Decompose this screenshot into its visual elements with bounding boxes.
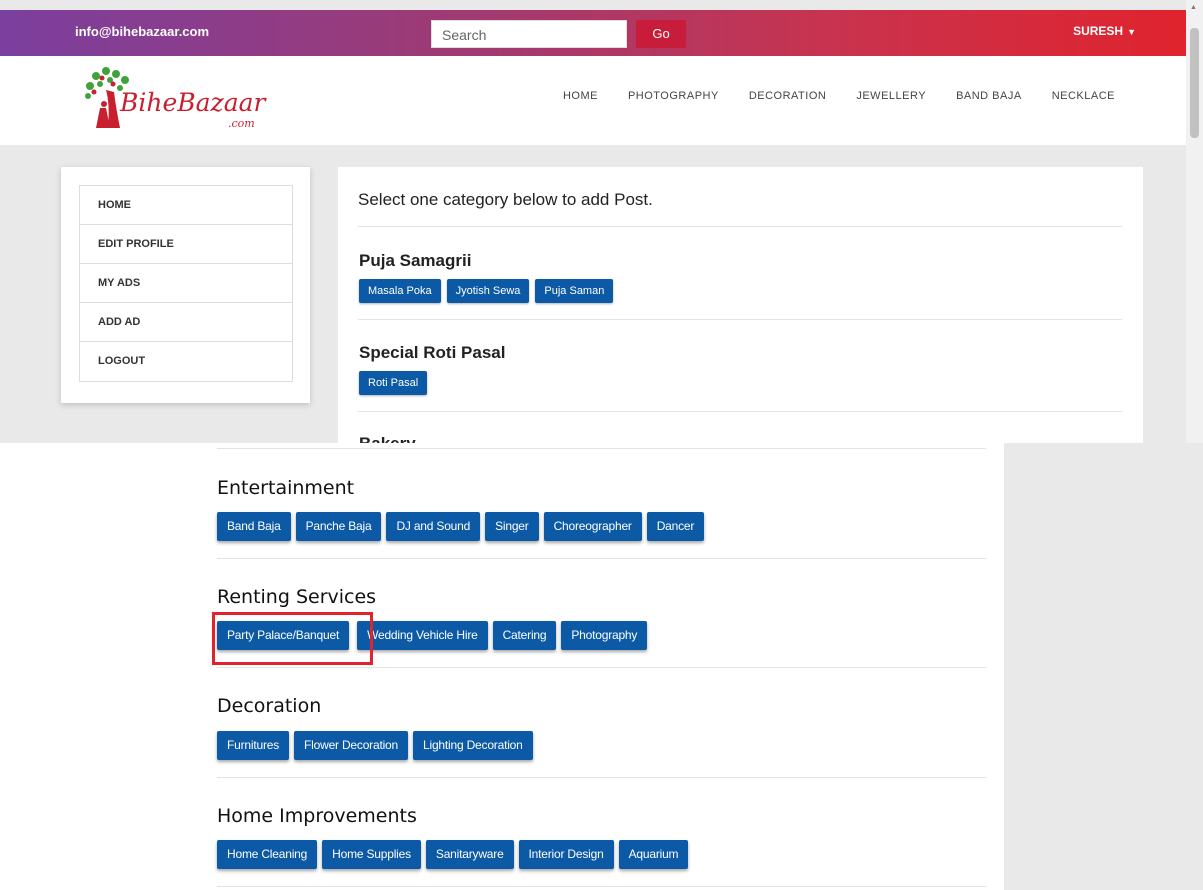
category-buttons: Masala Poka Jyotish Sewa Puja Saman — [359, 279, 614, 303]
category-title: Decoration — [217, 695, 322, 717]
nav-item-decoration[interactable]: DECORATION — [749, 90, 827, 102]
sidebar-menu: HOME EDIT PROFILE MY ADS ADD AD LOGOUT — [79, 185, 293, 382]
divider — [358, 226, 1122, 227]
category-buttons: Band Baja Panche Baja DJ and Sound Singe… — [217, 512, 705, 541]
scrollbar[interactable]: ▲ — [1186, 0, 1203, 443]
category-button-aquarium[interactable]: Aquarium — [618, 840, 689, 869]
sidebar-item-logout[interactable]: LOGOUT — [80, 342, 292, 381]
logo-brand-text: BiheBazaar — [120, 88, 266, 117]
category-button-singer[interactable]: Singer — [485, 512, 539, 541]
category-buttons: Home Cleaning Home Supplies Sanitaryware… — [217, 840, 689, 869]
nav-item-jewellery[interactable]: JEWELLERY — [856, 90, 926, 102]
category-title: Home Improvements — [217, 805, 417, 827]
page-background — [1004, 443, 1203, 890]
category-button-furnitures[interactable]: Furnitures — [217, 731, 290, 760]
contact-email[interactable]: info@bihebazaar.com — [75, 24, 209, 39]
bottom-screenshot: Entertainment Band Baja Panche Baja DJ a… — [0, 443, 1203, 890]
category-button-interior-design[interactable]: Interior Design — [518, 840, 614, 869]
divider — [358, 319, 1122, 320]
user-name: SURESH — [1073, 24, 1124, 38]
sidebar-item-edit-profile[interactable]: EDIT PROFILE — [80, 225, 292, 264]
category-title: Entertainment — [217, 477, 355, 499]
category-button-lighting-decoration[interactable]: Lighting Decoration — [413, 731, 533, 760]
chevron-down-icon: ▼ — [1127, 27, 1136, 37]
nav-item-home[interactable]: HOME — [563, 90, 598, 102]
category-button-photography[interactable]: Photography — [561, 621, 648, 650]
sidebar-item-home[interactable]: HOME — [80, 186, 292, 225]
category-button-panche-baja[interactable]: Panche Baja — [295, 512, 382, 541]
category-buttons: Roti Pasal — [359, 371, 428, 395]
category-button-band-baja[interactable]: Band Baja — [217, 512, 291, 541]
category-button-roti-pasal[interactable]: Roti Pasal — [359, 371, 428, 395]
category-title: Renting Services — [217, 586, 377, 608]
site-logo[interactable]: BiheBazaar .com — [80, 64, 270, 136]
sidebar-item-add-ad[interactable]: ADD AD — [80, 303, 292, 342]
scrollbar-thumb[interactable] — [1190, 28, 1199, 138]
divider — [217, 558, 986, 559]
category-title: Puja Samagrii — [359, 251, 472, 270]
nav-item-photography[interactable]: PHOTOGRAPHY — [628, 90, 719, 102]
category-button-jyotish-sewa[interactable]: Jyotish Sewa — [446, 279, 530, 303]
category-panel: Select one category below to add Post. P… — [338, 167, 1143, 443]
divider — [217, 667, 986, 668]
category-button-dj-and-sound[interactable]: DJ and Sound — [386, 512, 481, 541]
divider — [217, 886, 986, 887]
top-bar: info@bihebazaar.com Search Go SURESH ▼ — [0, 10, 1186, 56]
search-go-button[interactable]: Go — [636, 20, 686, 48]
category-button-masala-poka[interactable]: Masala Poka — [359, 279, 441, 303]
category-button-dancer[interactable]: Dancer — [646, 512, 705, 541]
sidebar-item-my-ads[interactable]: MY ADS — [80, 264, 292, 303]
nav-item-band-baja[interactable]: BAND BAJA — [956, 90, 1022, 102]
user-menu[interactable]: SURESH ▼ — [1073, 24, 1136, 38]
category-title: Bakery — [359, 434, 416, 443]
highlight-box — [212, 612, 373, 665]
divider — [358, 411, 1122, 412]
scroll-up-icon[interactable]: ▲ — [1190, 4, 1197, 11]
category-button-sanitaryware[interactable]: Sanitaryware — [425, 840, 514, 869]
category-button-catering[interactable]: Catering — [492, 621, 557, 650]
category-title: Special Roti Pasal — [359, 343, 506, 362]
nav-menu: HOME PHOTOGRAPHY DECORATION JEWELLERY BA… — [563, 90, 1115, 102]
category-button-home-supplies[interactable]: Home Supplies — [322, 840, 421, 869]
category-button-wedding-vehicle-hire[interactable]: Wedding Vehicle Hire — [357, 621, 488, 650]
category-button-flower-decoration[interactable]: Flower Decoration — [294, 731, 409, 760]
category-button-choreographer[interactable]: Choreographer — [543, 512, 642, 541]
category-panel-lower: Entertainment Band Baja Panche Baja DJ a… — [0, 443, 1203, 890]
divider — [217, 777, 986, 778]
category-button-home-cleaning[interactable]: Home Cleaning — [217, 840, 318, 869]
search-input[interactable]: Search — [431, 20, 627, 48]
nav-item-necklace[interactable]: NECKLACE — [1052, 90, 1115, 102]
category-button-puja-saman[interactable]: Puja Saman — [535, 279, 614, 303]
main-navbar: BiheBazaar .com HOME PHOTOGRAPHY DECORAT… — [0, 56, 1186, 145]
sidebar: HOME EDIT PROFILE MY ADS ADD AD LOGOUT — [61, 167, 310, 403]
logo-suffix: .com — [228, 117, 255, 130]
category-buttons: Furnitures Flower Decoration Lighting De… — [217, 731, 533, 760]
divider — [217, 448, 986, 449]
page-heading: Select one category below to add Post. — [358, 190, 653, 209]
top-screenshot: info@bihebazaar.com Search Go SURESH ▼ B… — [0, 0, 1203, 443]
